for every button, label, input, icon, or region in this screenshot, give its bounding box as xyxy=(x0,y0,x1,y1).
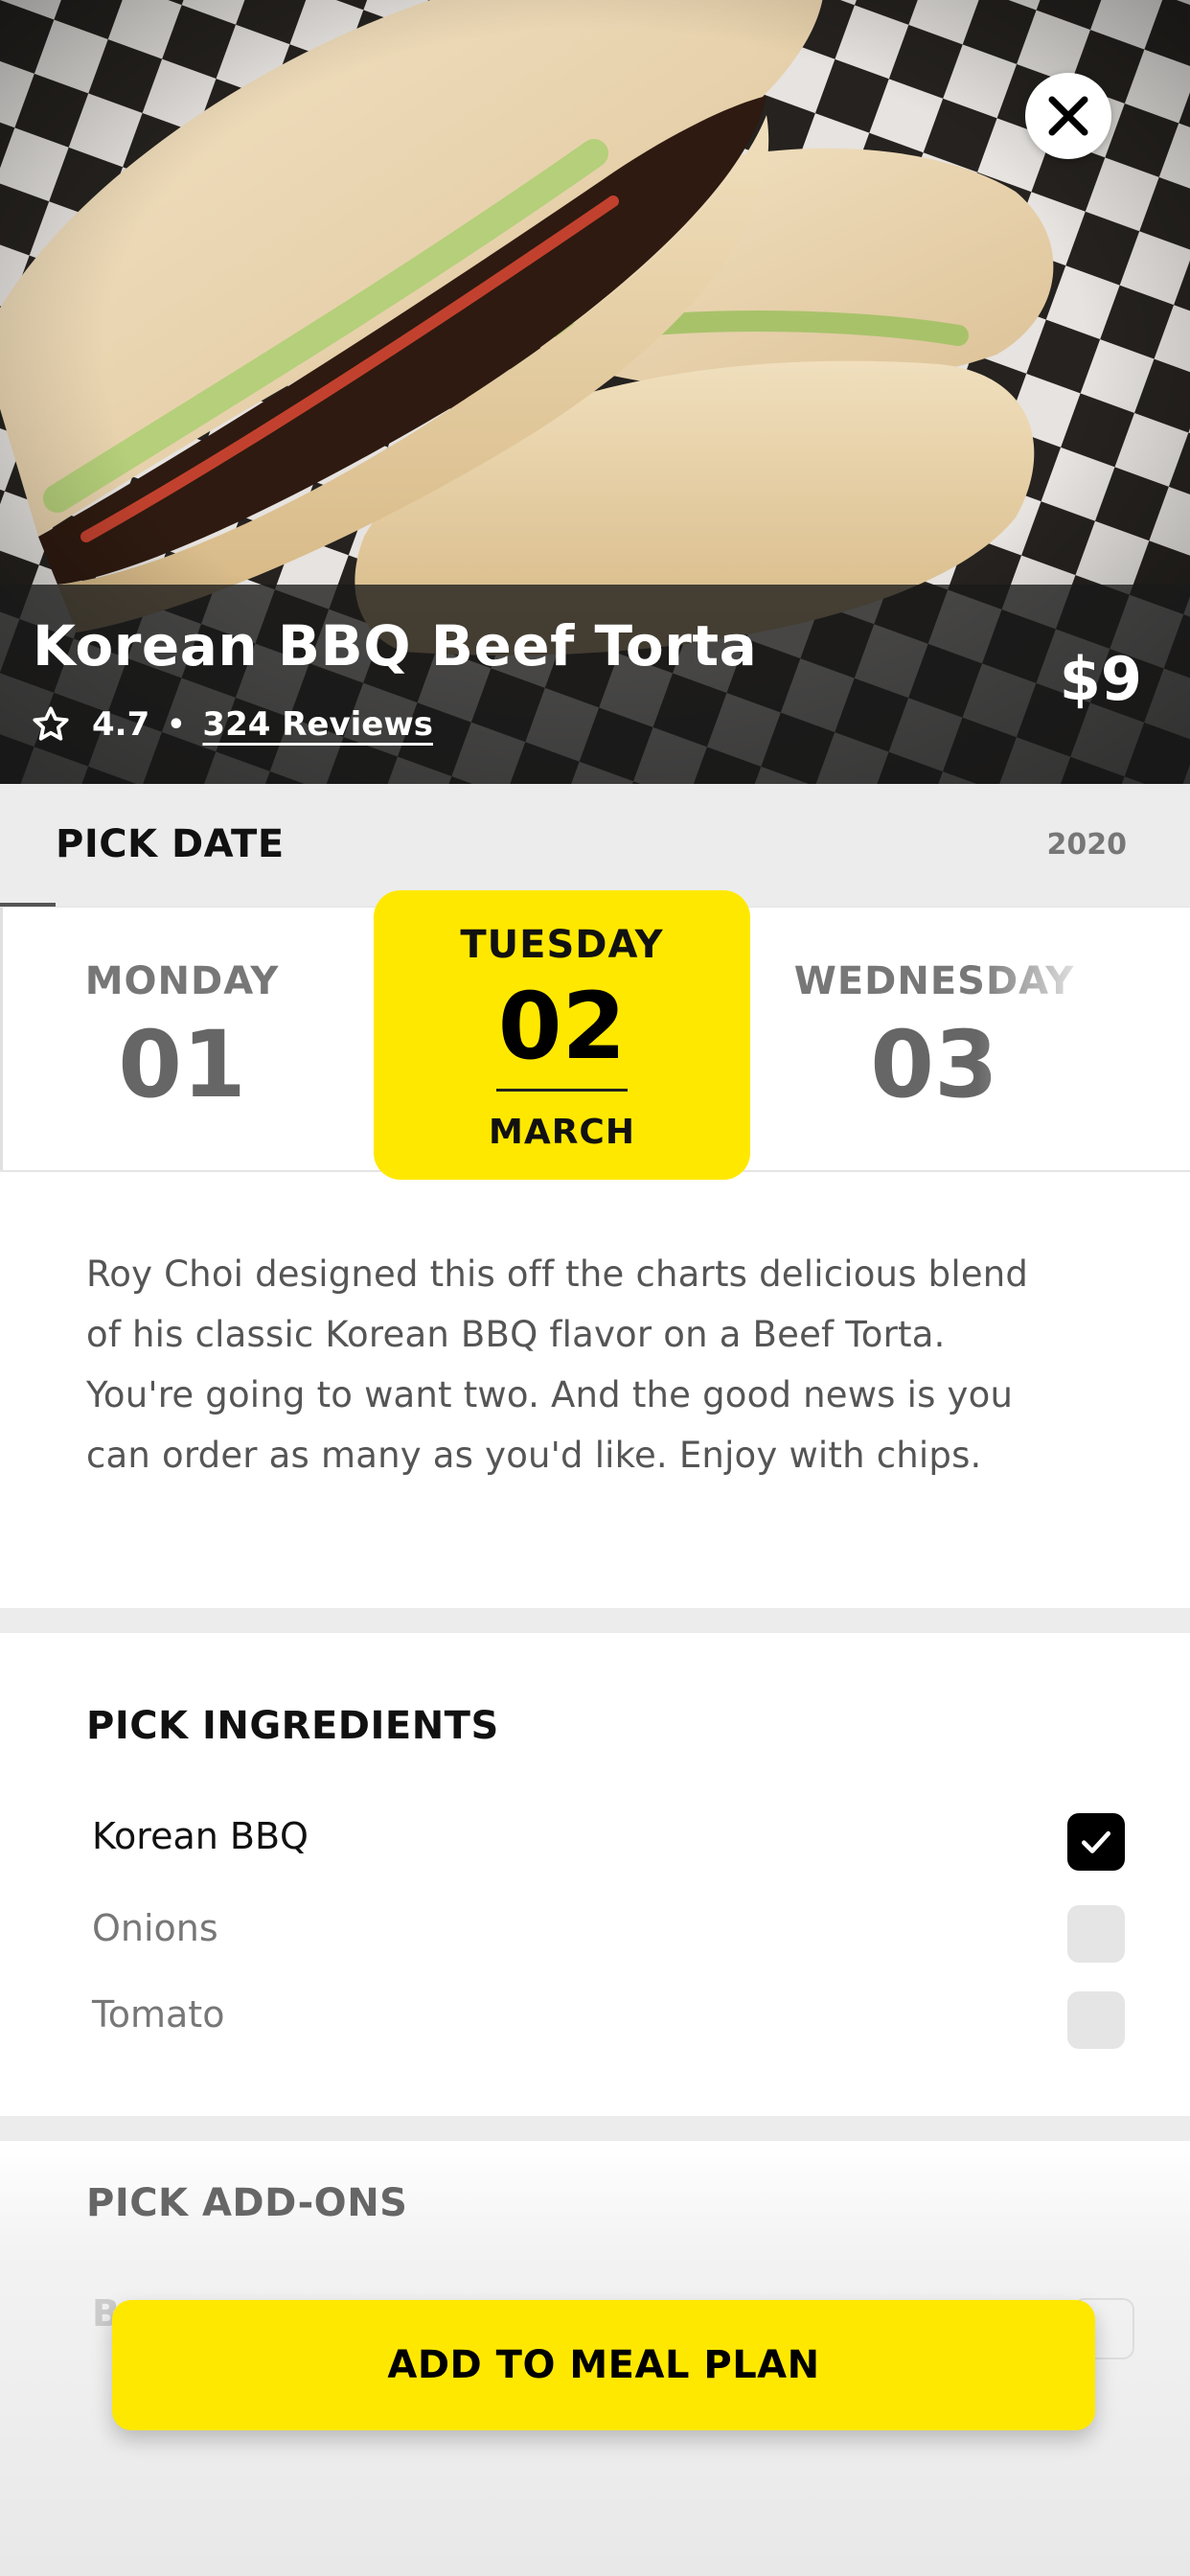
section-divider xyxy=(0,1608,1190,1633)
ingredient-korean-bbq[interactable]: Korean BBQ xyxy=(92,1809,1125,1876)
reviews-link[interactable]: 324 Reviews xyxy=(202,705,433,744)
hero-image-section: Korean BBQ Beef Torta $9 4.7 • 324 Revie… xyxy=(0,0,1190,784)
date-option-wednesday[interactable]: WEDNESDAY 03 xyxy=(752,908,1116,1170)
ingredient-name: Onions xyxy=(92,1907,218,1949)
add-to-meal-plan-button[interactable]: ADD TO MEAL PLAN xyxy=(112,2300,1095,2430)
dish-price: $9 xyxy=(1059,644,1142,714)
date-option-tuesday-selected[interactable]: TUESDAY 02 MARCH xyxy=(374,890,750,1180)
close-button[interactable] xyxy=(1025,73,1111,159)
ingredient-checkbox[interactable] xyxy=(1067,1813,1125,1871)
pick-date-label: PICK DATE xyxy=(56,822,285,866)
date-picker-header: PICK DATE 2020 xyxy=(0,784,1190,907)
ingredient-onions[interactable]: Onions xyxy=(92,1901,1125,1968)
date-number: 03 xyxy=(870,1011,998,1118)
dish-description: Roy Choi designed this off the charts de… xyxy=(86,1254,1029,1476)
section-divider xyxy=(0,2116,1190,2141)
weekday-label: WEDNESDAY xyxy=(793,959,1075,1003)
dish-title: Korean BBQ Beef Torta xyxy=(33,613,758,678)
checkmark-icon xyxy=(1081,1830,1111,1853)
date-number: 01 xyxy=(118,1011,246,1118)
ingredient-name: Korean BBQ xyxy=(92,1815,309,1857)
close-icon xyxy=(1048,96,1088,136)
ingredient-tomato[interactable]: Tomato xyxy=(92,1988,1125,2055)
pick-ingredients-title: PICK INGREDIENTS xyxy=(86,1704,499,1748)
weekday-label: TUESDAY xyxy=(460,923,664,967)
star-outline-icon xyxy=(33,706,69,741)
date-number: 02 xyxy=(497,973,627,1080)
ingredient-name: Tomato xyxy=(92,1993,225,2036)
date-divider xyxy=(496,1089,628,1092)
weekday-label: MONDAY xyxy=(84,959,280,1003)
month-label: MARCH xyxy=(489,1113,635,1152)
ingredient-checkbox[interactable] xyxy=(1067,1991,1125,2049)
ingredient-checkbox[interactable] xyxy=(1067,1905,1125,1963)
cta-label: ADD TO MEAL PLAN xyxy=(387,2343,820,2387)
date-option-monday[interactable]: MONDAY 01 xyxy=(0,908,364,1170)
year-label: 2020 xyxy=(1046,828,1128,862)
rating-row: 4.7 • 324 Reviews xyxy=(31,704,433,745)
rating-separator: • xyxy=(167,707,186,742)
pick-addons-title: PICK ADD-ONS xyxy=(86,2181,408,2225)
rating-value: 4.7 xyxy=(92,705,150,744)
